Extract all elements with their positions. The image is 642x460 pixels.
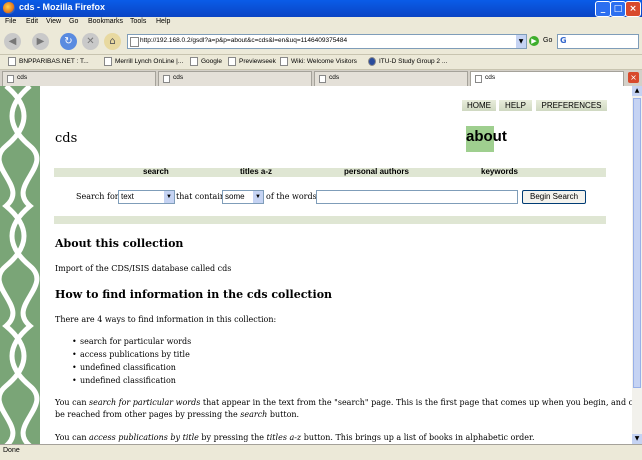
address-bar[interactable]: http://192.168.0.2/gsdl?a=p&p=about&c=cd… xyxy=(127,34,527,49)
menu-view[interactable]: View xyxy=(46,18,61,25)
maximize-button[interactable]: □ xyxy=(610,1,626,17)
url-dropdown-icon[interactable]: ▼ xyxy=(516,35,526,48)
page-icon xyxy=(7,75,14,83)
page-icon xyxy=(190,57,198,66)
begin-search-button[interactable]: Begin Search xyxy=(522,190,586,204)
close-window-button[interactable]: × xyxy=(625,1,641,17)
page-icon xyxy=(319,75,326,83)
bookmarks-toolbar: BNPPARIBAS.NET : T... Merrill Lynch OnLi… xyxy=(0,55,642,70)
help-link[interactable]: HELP xyxy=(499,100,532,111)
divider-strip xyxy=(54,216,606,224)
window-title: cds - Mozilla Firefox xyxy=(19,2,106,12)
stop-icon[interactable]: ✕ xyxy=(82,33,99,50)
scroll-down-icon[interactable]: ▼ xyxy=(632,434,642,444)
page-icon xyxy=(163,75,170,83)
tab-bar: cds cds cds cds xyxy=(0,70,642,87)
braid-decoration xyxy=(0,86,40,444)
search-query-input[interactable] xyxy=(316,190,518,204)
preferences-link[interactable]: PREFERENCES xyxy=(536,100,607,111)
tab-cds-active[interactable]: cds xyxy=(470,71,624,87)
tab-cds[interactable]: cds xyxy=(314,71,468,87)
menu-file[interactable]: File xyxy=(5,18,16,25)
back-icon[interactable]: ◀ xyxy=(4,33,21,50)
page-icon xyxy=(228,57,236,66)
tab-cds[interactable]: cds xyxy=(158,71,312,87)
list-item: undefined classification xyxy=(72,363,176,372)
that-contain-label: that contain xyxy=(176,192,226,201)
go-arrow-icon[interactable]: ▶ xyxy=(529,36,539,46)
go-button[interactable]: Go xyxy=(543,37,552,44)
nav-personal-authors[interactable]: personal authors xyxy=(344,167,409,176)
nav-titles-a-z[interactable]: titles a-z xyxy=(240,167,272,176)
search-paragraph-line-2: be reached from other pages by pressing … xyxy=(55,410,300,419)
menu-go[interactable]: Go xyxy=(69,18,78,25)
scroll-up-icon[interactable]: ▲ xyxy=(632,86,642,96)
page-icon xyxy=(475,75,482,83)
nav-search[interactable]: search xyxy=(143,167,169,176)
title-bar: cds - Mozilla Firefox _ □ × xyxy=(0,0,642,17)
home-link[interactable]: HOME xyxy=(462,100,496,111)
page-icon xyxy=(104,57,112,66)
about-heading: About this collection xyxy=(55,237,184,250)
of-the-words-label: of the words xyxy=(266,192,317,201)
home-icon[interactable]: ⌂ xyxy=(104,33,121,50)
list-item: search for particular words xyxy=(72,337,191,346)
about-text: Import of the CDS/ISIS database called c… xyxy=(55,264,232,273)
scroll-thumb[interactable] xyxy=(633,98,641,388)
vertical-scrollbar[interactable]: ▲ ▼ xyxy=(632,86,642,444)
chevron-down-icon: ▼ xyxy=(164,191,174,203)
menu-edit[interactable]: Edit xyxy=(26,18,38,25)
decorative-sidebar xyxy=(0,86,40,444)
search-for-label: Search for xyxy=(76,192,119,201)
status-bar: Done xyxy=(0,444,642,460)
web-search-input[interactable]: G xyxy=(557,34,639,49)
titles-paragraph: You can access publications by title by … xyxy=(55,433,535,442)
close-tab-icon[interactable]: × xyxy=(628,72,639,83)
tab-cds[interactable]: cds xyxy=(2,71,156,87)
list-item: access publications by title xyxy=(72,350,190,359)
page-icon xyxy=(8,57,16,66)
status-text: Done xyxy=(3,447,20,454)
chevron-down-icon: ▼ xyxy=(253,191,263,203)
page-content: HOME HELP PREFERENCES cds about search t… xyxy=(0,86,632,444)
forward-icon[interactable]: ▶ xyxy=(32,33,49,50)
bookmark-item[interactable]: Google xyxy=(190,57,222,66)
firefox-icon xyxy=(3,2,15,14)
bookmark-item[interactable]: Previewseek xyxy=(228,57,276,66)
bookmark-item[interactable]: ITU-D Study Group 2 ... xyxy=(368,57,447,66)
about-label: about xyxy=(466,128,507,145)
nav-keywords[interactable]: keywords xyxy=(481,167,518,176)
search-paragraph-line-1: You can search for particular words that… xyxy=(55,398,632,407)
howto-heading: How to find information in the cds colle… xyxy=(55,288,333,301)
list-item: undefined classification xyxy=(72,376,176,385)
search-field-select[interactable]: text ▼ xyxy=(118,190,175,204)
collection-nav-bar: search titles a-z personal authors keywo… xyxy=(54,167,606,177)
collection-title: cds xyxy=(55,131,78,146)
url-text: http://192.168.0.2/gsdl?a=p&p=about&c=cd… xyxy=(140,37,348,44)
itu-icon xyxy=(368,57,376,66)
google-icon: G xyxy=(560,36,567,45)
search-mode-select[interactable]: some ▼ xyxy=(222,190,264,204)
bookmark-item[interactable]: BNPPARIBAS.NET : T... xyxy=(8,57,89,66)
ways-intro: There are 4 ways to find information in … xyxy=(55,315,277,324)
page-icon xyxy=(280,57,288,66)
menu-bar: File Edit View Go Bookmarks Tools Help xyxy=(0,17,642,29)
reload-icon[interactable]: ↻ xyxy=(60,33,77,50)
bookmark-item[interactable]: Merrill Lynch OnLine |... xyxy=(104,57,183,66)
page-icon xyxy=(130,37,139,47)
bookmark-item[interactable]: Wiki: Welcome Visitors xyxy=(280,57,357,66)
menu-bookmarks[interactable]: Bookmarks xyxy=(88,18,123,25)
menu-tools[interactable]: Tools xyxy=(130,18,146,25)
menu-help[interactable]: Help xyxy=(156,18,170,25)
minimize-button[interactable]: _ xyxy=(595,1,611,17)
